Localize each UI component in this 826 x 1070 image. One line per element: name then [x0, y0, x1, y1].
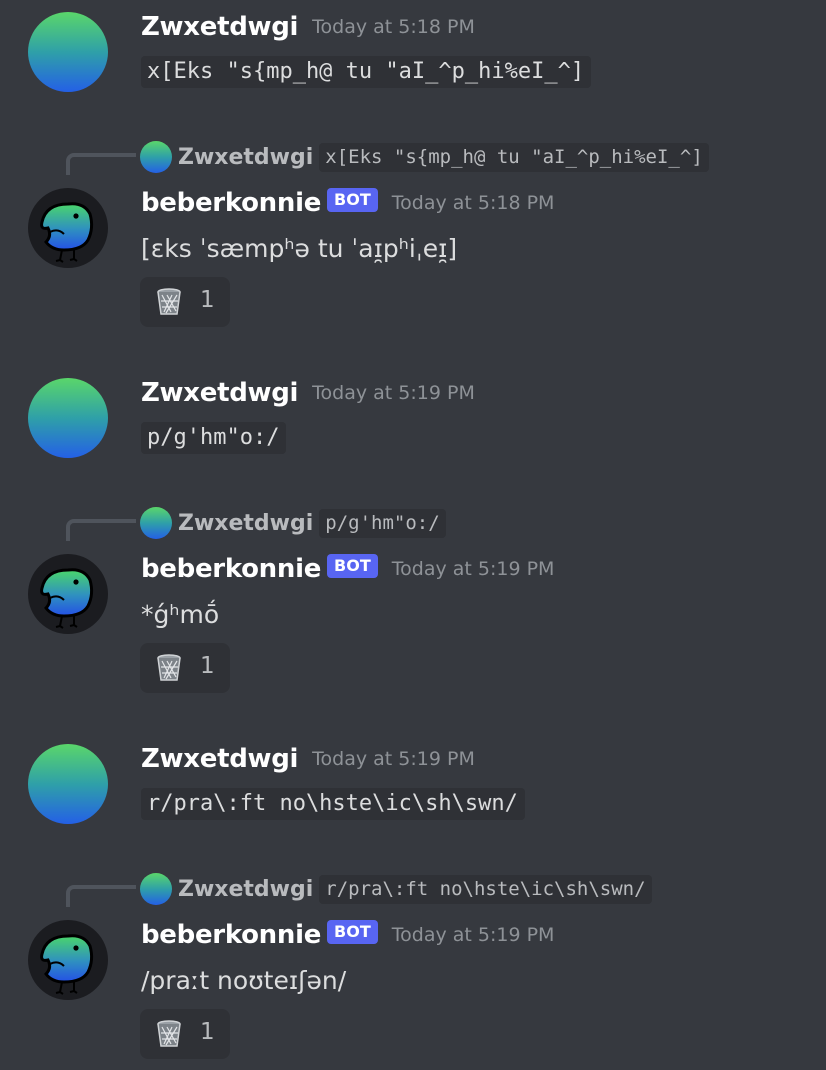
bot-avatar[interactable] — [28, 920, 108, 1000]
username[interactable]: beberkonnie — [141, 188, 321, 218]
username[interactable]: Zwxetdwgi — [141, 378, 298, 408]
message-content: *ǵʰmṓ — [141, 600, 220, 629]
bot-tag: BOT — [327, 554, 378, 578]
avatar[interactable] — [28, 12, 108, 92]
message-content: [ɛks ˈsæmpʰə tu ˈaɪ̯pʰiˌeɪ̯] — [141, 234, 458, 263]
reply-avatar — [140, 873, 172, 905]
reply-preview[interactable]: Zwxetdwgi x[Eks "s{mp_h@ tu "aI_^p_hi%eI_… — [140, 141, 709, 173]
bot-tag: BOT — [327, 920, 378, 944]
wastebasket-icon — [154, 653, 184, 687]
reply-preview[interactable]: Zwxetdwgi r/pra\:ft no\hste\ic\sh\swn/ — [140, 873, 652, 905]
bot-avatar[interactable] — [28, 188, 108, 268]
bot-tag: BOT — [327, 188, 378, 212]
message-header: beberkonnie BOT Today at 5:19 PM — [141, 920, 554, 950]
message-header: Zwxetdwgi Today at 5:19 PM — [141, 378, 475, 408]
message-content: r/pra\:ft no\hste\ic\sh\swn/ — [141, 788, 525, 820]
timestamp[interactable]: Today at 5:19 PM — [392, 558, 555, 580]
bird-icon — [40, 202, 94, 263]
reply-username[interactable]: Zwxetdwgi — [178, 877, 313, 902]
username[interactable]: Zwxetdwgi — [141, 744, 298, 774]
timestamp[interactable]: Today at 5:19 PM — [312, 382, 475, 404]
wastebasket-icon — [154, 1019, 184, 1053]
reaction-button[interactable]: 1 — [140, 277, 230, 327]
reaction-count: 1 — [200, 287, 215, 313]
reply-avatar — [140, 507, 172, 539]
message-header: Zwxetdwgi Today at 5:19 PM — [141, 744, 475, 774]
timestamp[interactable]: Today at 5:18 PM — [392, 192, 555, 214]
reaction-button[interactable]: 1 — [140, 643, 230, 693]
reply-avatar — [140, 141, 172, 173]
username[interactable]: Zwxetdwgi — [141, 12, 298, 42]
timestamp[interactable]: Today at 5:19 PM — [392, 924, 555, 946]
message-content: /praːt noʊteɪʃən/ — [141, 966, 347, 995]
reply-content[interactable]: r/pra\:ft no\hste\ic\sh\swn/ — [319, 874, 652, 904]
reaction-count: 1 — [200, 1019, 215, 1045]
reply-connector — [66, 519, 136, 541]
bot-avatar[interactable] — [28, 554, 108, 634]
username[interactable]: beberkonnie — [141, 554, 321, 584]
reply-content[interactable]: p/g'hm"o:/ — [319, 508, 446, 538]
message-content: x[Eks "s{mp_h@ tu "aI_^p_hi%eI_^] — [141, 56, 592, 88]
bird-icon — [40, 934, 94, 995]
reply-username[interactable]: Zwxetdwgi — [178, 145, 313, 170]
message-header: beberkonnie BOT Today at 5:19 PM — [141, 554, 554, 584]
timestamp[interactable]: Today at 5:19 PM — [312, 748, 475, 770]
reply-connector — [66, 153, 136, 175]
reply-username[interactable]: Zwxetdwgi — [178, 511, 313, 536]
timestamp[interactable]: Today at 5:18 PM — [312, 16, 475, 38]
message-header: Zwxetdwgi Today at 5:18 PM — [141, 12, 475, 42]
avatar[interactable] — [28, 378, 108, 458]
avatar[interactable] — [28, 744, 108, 824]
bird-icon — [40, 568, 94, 629]
message-header: beberkonnie BOT Today at 5:18 PM — [141, 188, 554, 218]
reply-connector — [66, 885, 136, 907]
wastebasket-icon — [154, 287, 184, 321]
chat-log: Zwxetdwgi Today at 5:18 PM x[Eks "s{mp_h@… — [0, 0, 826, 1070]
reaction-button[interactable]: 1 — [140, 1009, 230, 1059]
reply-content[interactable]: x[Eks "s{mp_h@ tu "aI_^p_hi%eI_^] — [319, 142, 709, 172]
message-content: p/g'hm"o:/ — [141, 422, 287, 454]
reaction-count: 1 — [200, 653, 215, 679]
username[interactable]: beberkonnie — [141, 920, 321, 950]
reply-preview[interactable]: Zwxetdwgi p/g'hm"o:/ — [140, 507, 446, 539]
